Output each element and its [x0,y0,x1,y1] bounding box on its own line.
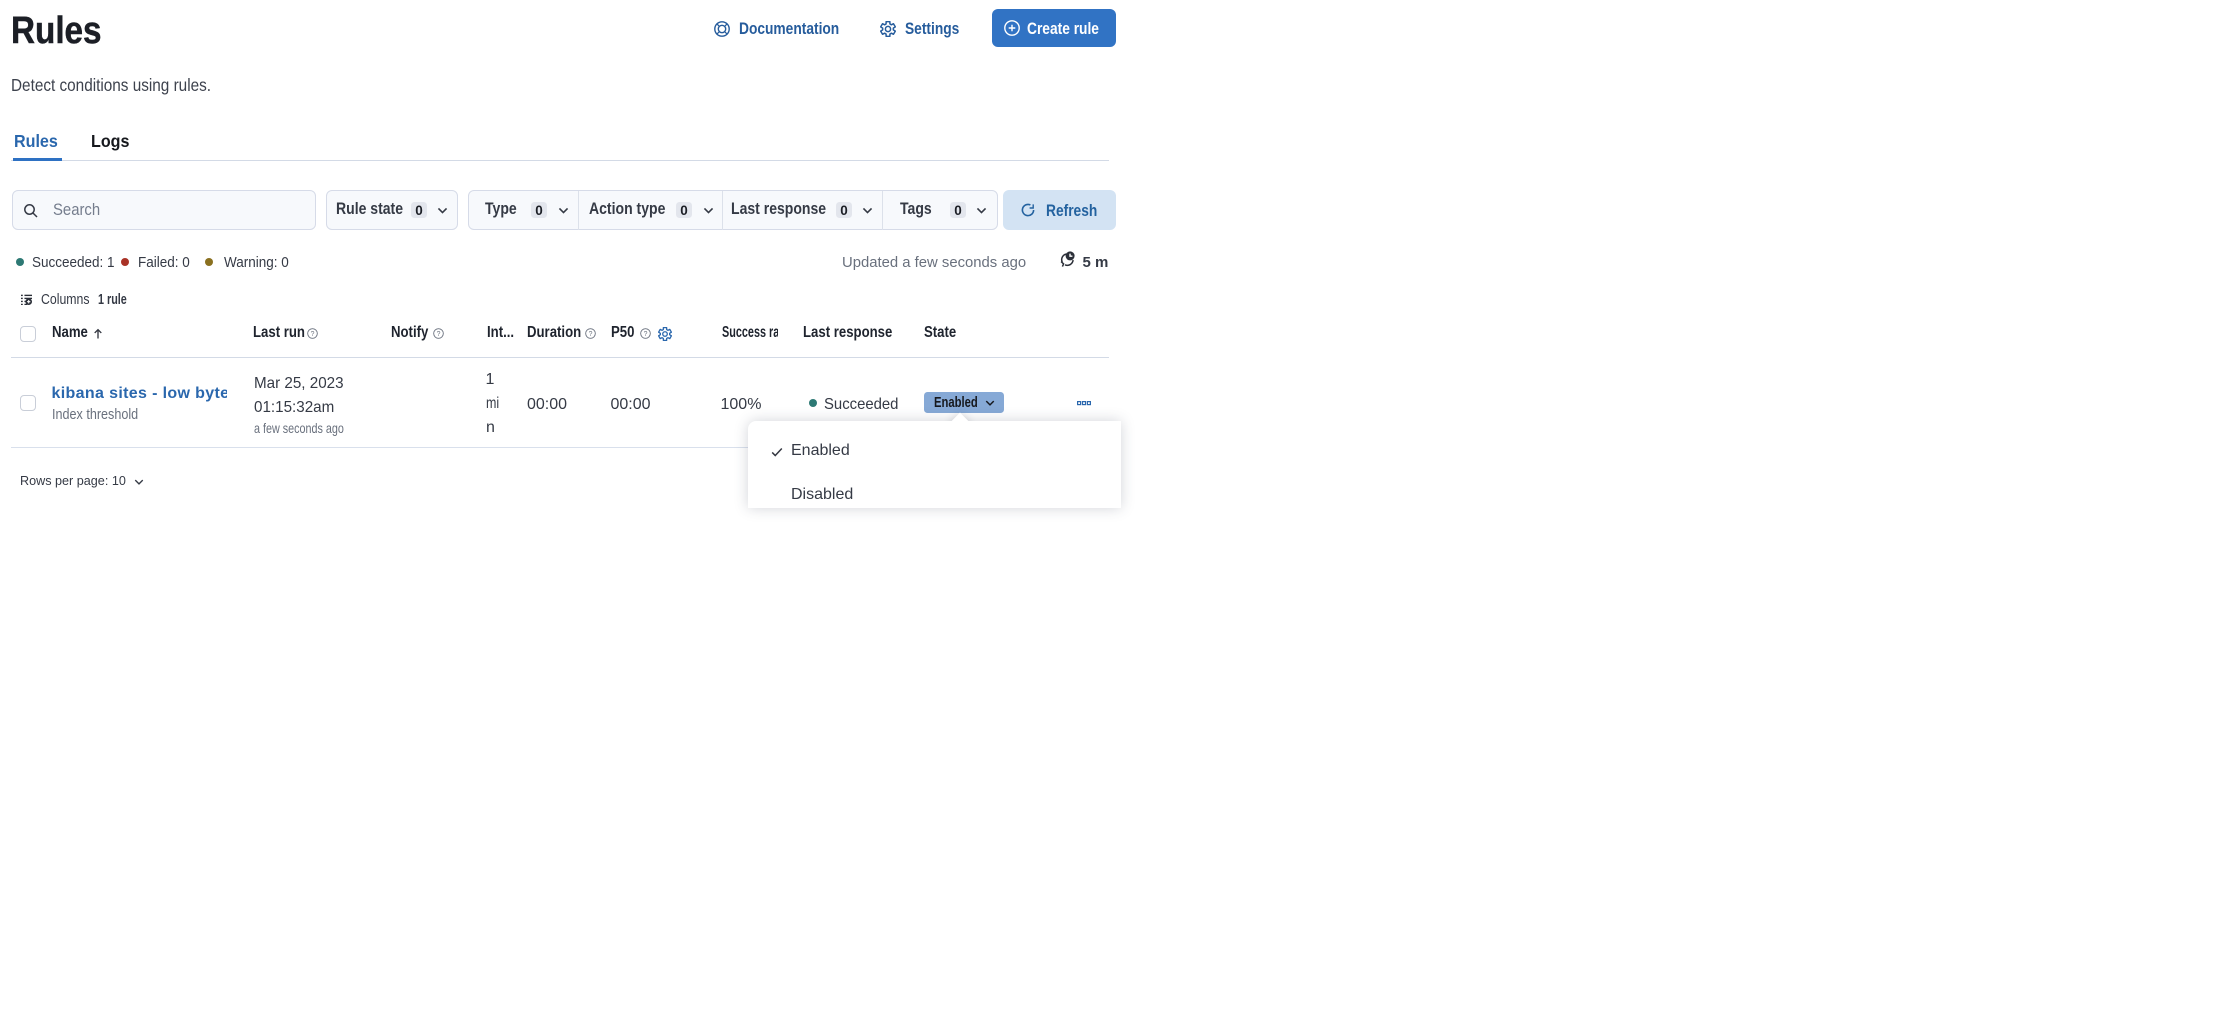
svg-text:?: ? [311,330,315,337]
svg-text:?: ? [436,330,440,337]
svg-text:?: ? [589,330,593,337]
svg-text:?: ? [644,330,648,337]
